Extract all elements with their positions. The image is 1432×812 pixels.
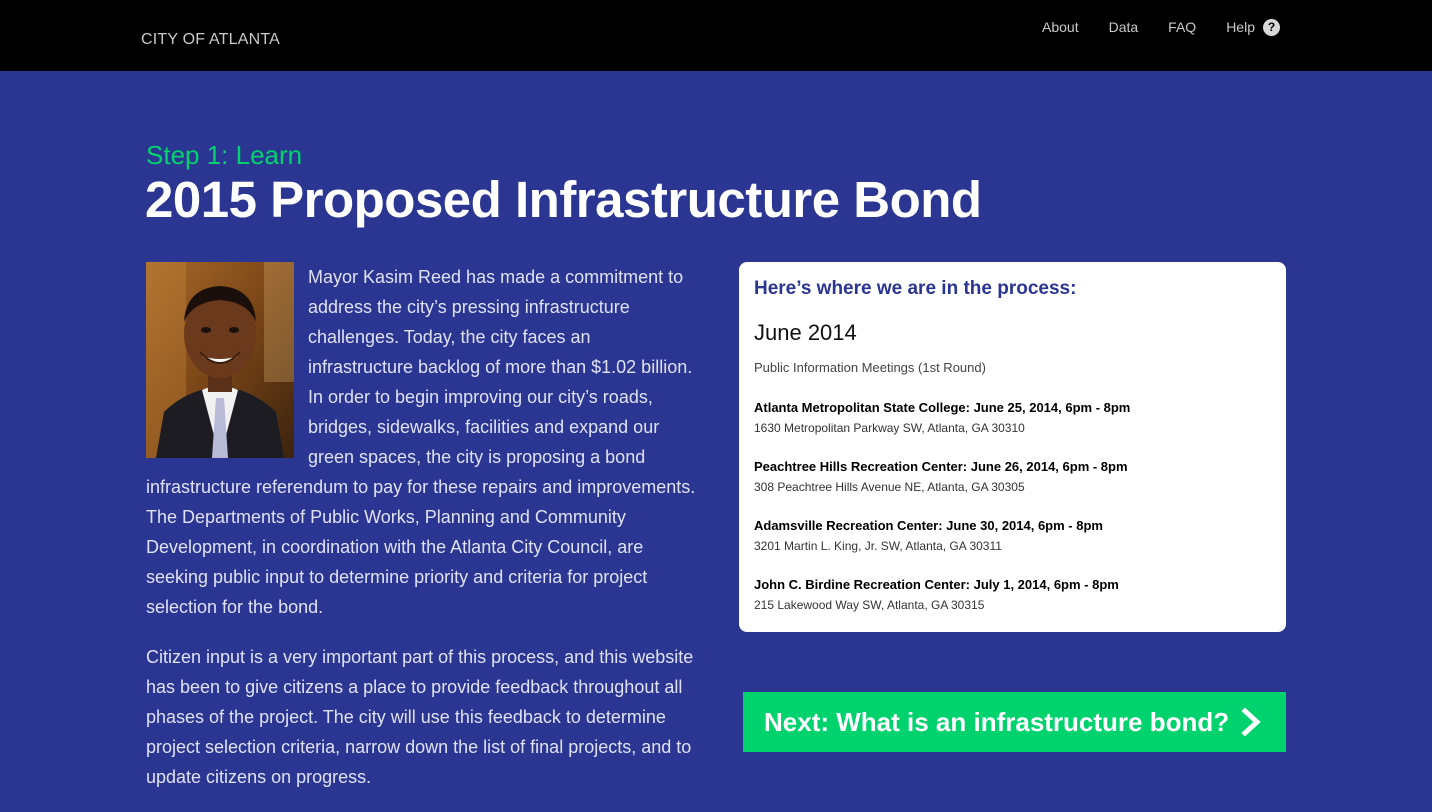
meeting-address: 308 Peachtree Hills Avenue NE, Atlanta, … <box>754 480 1025 494</box>
chevron-right-icon <box>1241 708 1261 736</box>
nav-help-link[interactable]: Help <box>1226 19 1255 35</box>
intro-paragraph-2: Citizen input is a very important part o… <box>146 647 694 787</box>
meeting-item: Atlanta Metropolitan State College: June… <box>754 400 1271 435</box>
meeting-name: Peachtree Hills Recreation Center: June … <box>754 459 1128 474</box>
help-question-icon[interactable]: ? <box>1262 18 1280 36</box>
next-step-label: Next: What is an infrastructure bond? <box>764 706 1230 737</box>
meeting-address: 3201 Martin L. King, Jr. SW, Atlanta, GA… <box>754 539 1002 553</box>
meeting-name: Adamsville Recreation Center: June 30, 2… <box>754 518 1103 533</box>
process-card: Here’s where we are in the process: June… <box>739 262 1286 632</box>
meeting-address: 215 Lakewood Way SW, Atlanta, GA 30315 <box>754 598 985 612</box>
nav-data-link[interactable]: Data <box>1109 19 1139 35</box>
step-label: Step 1: Learn <box>146 140 303 170</box>
meeting-name: John C. Birdine Recreation Center: July … <box>754 577 1119 592</box>
page-title: 2015 Proposed Infrastructure Bond <box>145 171 982 228</box>
top-navbar: CITY OF ATLANTA About Data FAQ Help ? <box>0 0 1432 71</box>
nav-about-link[interactable]: About <box>1042 19 1079 35</box>
process-subtitle: Public Information Meetings (1st Round) <box>754 360 986 375</box>
main-nav: About Data FAQ Help ? <box>1042 17 1280 37</box>
next-step-button[interactable]: Next: What is an infrastructure bond? <box>743 692 1286 752</box>
intro-section: Mayor Kasim Reed has made a commitment t… <box>146 262 696 812</box>
mayor-photo <box>146 262 294 458</box>
meeting-name: Atlanta Metropolitan State College: June… <box>754 400 1131 415</box>
brand-logo-link[interactable]: CITY OF ATLANTA <box>141 31 280 49</box>
meeting-address: 1630 Metropolitan Parkway SW, Atlanta, G… <box>754 421 1025 435</box>
nav-faq-link[interactable]: FAQ <box>1168 19 1196 35</box>
meeting-item: Adamsville Recreation Center: June 30, 2… <box>754 518 1271 553</box>
meeting-item: John C. Birdine Recreation Center: July … <box>754 577 1271 612</box>
process-month: June 2014 <box>754 320 857 345</box>
process-card-heading: Here’s where we are in the process: <box>754 278 1077 299</box>
meeting-item: Peachtree Hills Recreation Center: June … <box>754 459 1271 494</box>
